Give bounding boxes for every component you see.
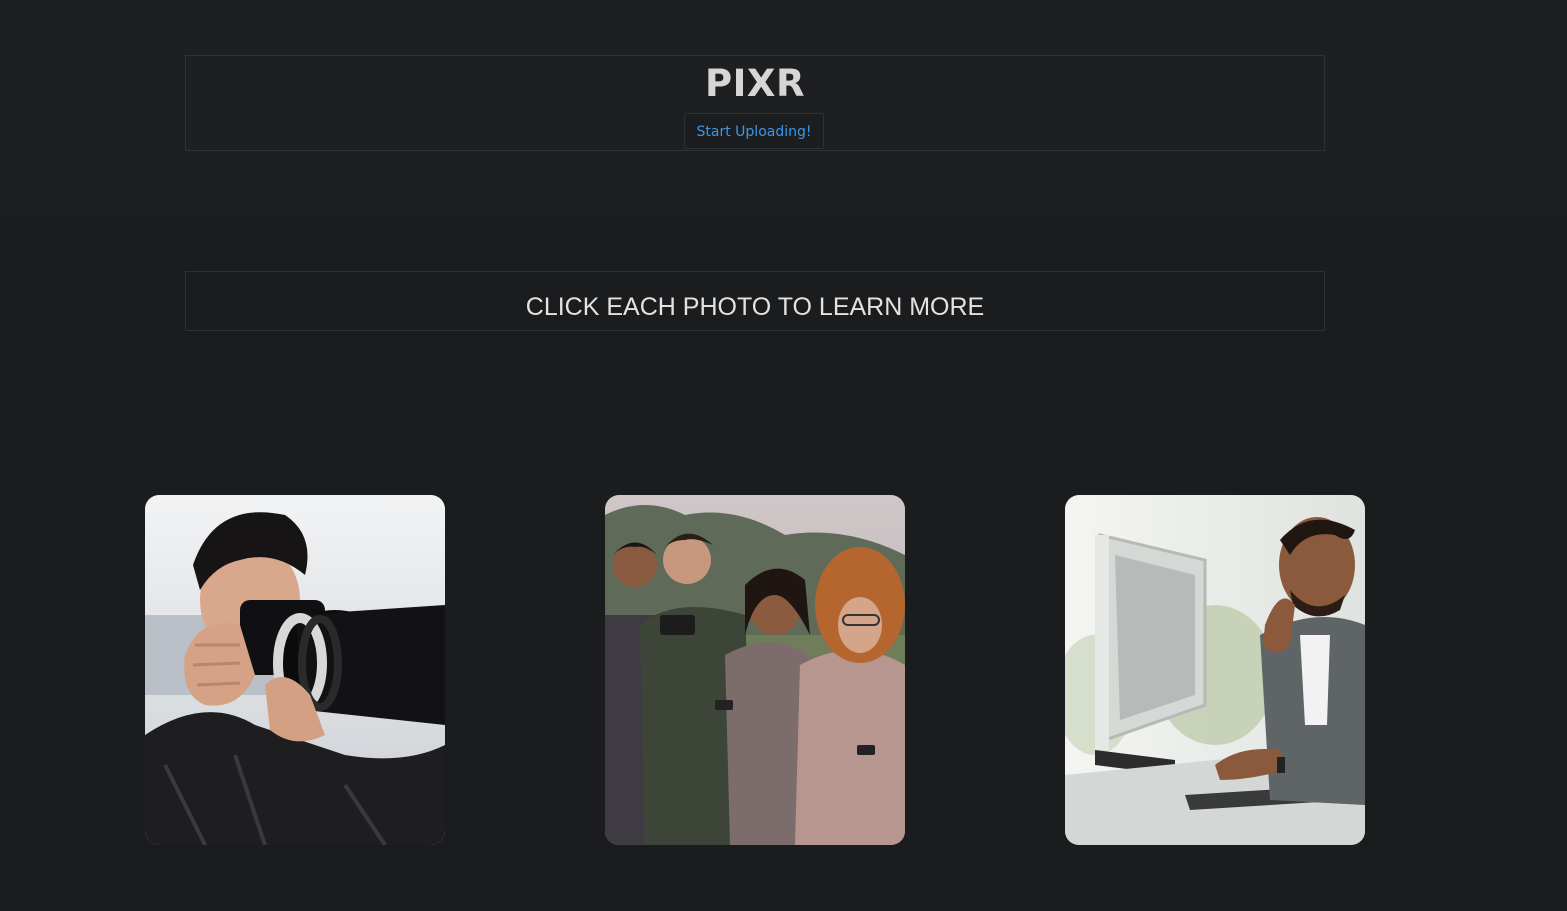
brand-logo[interactable]: PIXR <box>186 64 1324 104</box>
group-photo <box>605 495 905 845</box>
photo-card-photographer[interactable] <box>145 495 445 845</box>
photo-card-computer[interactable] <box>1065 495 1365 845</box>
photographer-photo <box>145 495 445 845</box>
instruction-banner: CLICK EACH PHOTO TO LEARN MORE <box>185 271 1325 331</box>
instruction-text: CLICK EACH PHOTO TO LEARN MORE <box>525 293 985 321</box>
start-uploading-button[interactable]: Start Uploading! <box>684 113 824 149</box>
computer-desk-photo <box>1065 495 1365 845</box>
header-container: PIXR Start Uploading! <box>185 55 1325 151</box>
photo-card-group[interactable] <box>605 495 905 845</box>
